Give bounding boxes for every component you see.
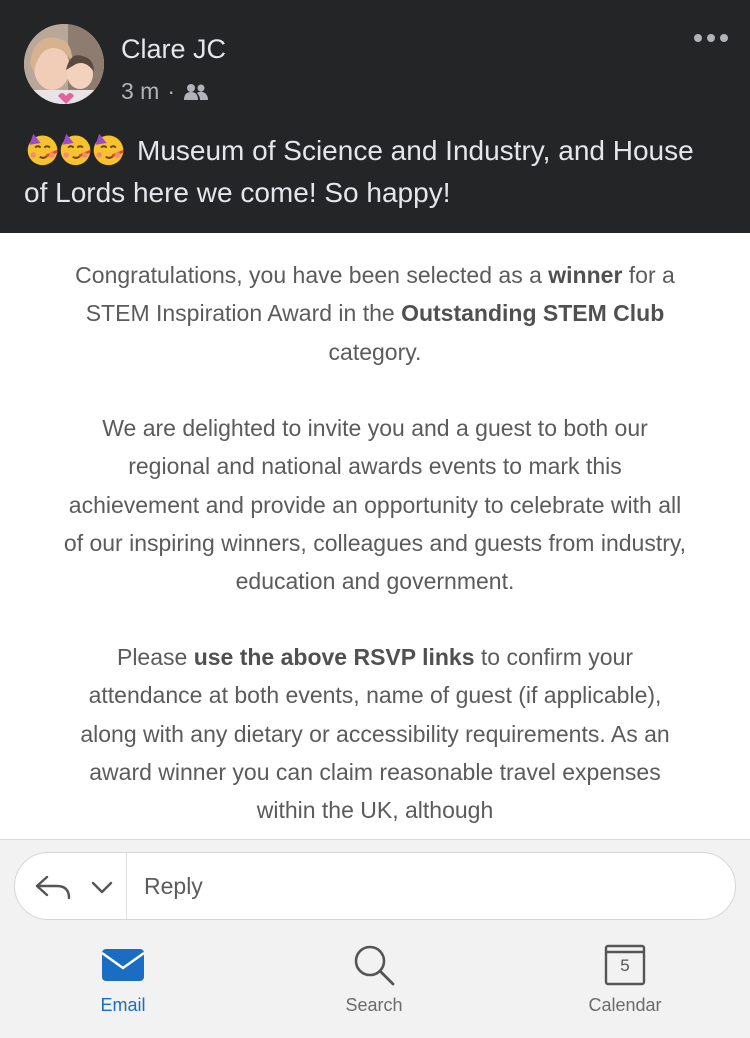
bold-text: Outstanding STEM Club — [401, 300, 665, 327]
text-segment: Congratulations, you have been selected … — [75, 262, 549, 288]
tab-email-label: Email — [100, 995, 146, 1015]
post-time[interactable]: 3 m — [121, 78, 159, 105]
tab-email[interactable]: Email — [43, 932, 203, 1038]
email-paragraph-rsvp: Please use the above RSVP links to confi… — [60, 638, 690, 829]
post-meta: 3 m · — [121, 78, 209, 105]
author-name[interactable]: Clare JC — [121, 34, 226, 65]
calendar-icon: 5 — [602, 942, 648, 988]
search-icon — [354, 945, 395, 986]
author-avatar[interactable] — [24, 24, 104, 104]
more-options-icon[interactable] — [694, 34, 728, 42]
tab-calendar-label: Calendar — [588, 995, 662, 1015]
reply-divider — [126, 853, 127, 919]
bottom-tab-bar: Email Search 5 Calendar — [0, 932, 750, 1038]
reply-bar[interactable]: Reply — [14, 852, 736, 920]
meta-separator: · — [167, 78, 176, 104]
bold-text: winner — [548, 262, 623, 288]
partying-face-emoji — [60, 133, 91, 166]
chevron-down-icon[interactable] — [91, 878, 113, 896]
partying-face-emoji — [93, 133, 124, 166]
reply-label[interactable]: Reply — [144, 873, 203, 900]
partying-face-emoji — [27, 133, 58, 166]
mail-icon — [101, 949, 145, 981]
tab-search-label: Search — [345, 995, 403, 1015]
email-body: Congratulations, you have been selected … — [0, 233, 750, 839]
bold-text: use the above RSVP links — [193, 644, 475, 670]
email-paragraph-congratulations: Congratulations, you have been selected … — [60, 256, 690, 371]
text-segment: category. — [328, 338, 422, 365]
reply-bar-container: Reply — [0, 839, 750, 932]
tab-search[interactable]: Search — [294, 932, 454, 1038]
calendar-day: 5 — [620, 956, 630, 975]
text-segment: to confirm your attendance at both event… — [80, 644, 670, 824]
text-segment: Please — [116, 644, 194, 670]
email-paragraph-invitation: We are delighted to invite you and a gue… — [63, 415, 687, 595]
reply-arrow-icon[interactable] — [33, 873, 73, 901]
tab-calendar[interactable]: 5 Calendar — [545, 932, 705, 1038]
post-text: Museum of Science and Industry, and Hous… — [24, 130, 724, 214]
facebook-post-header: Clare JC 3 m · Museum of Science and Ind… — [0, 0, 750, 233]
friends-icon — [184, 83, 209, 100]
